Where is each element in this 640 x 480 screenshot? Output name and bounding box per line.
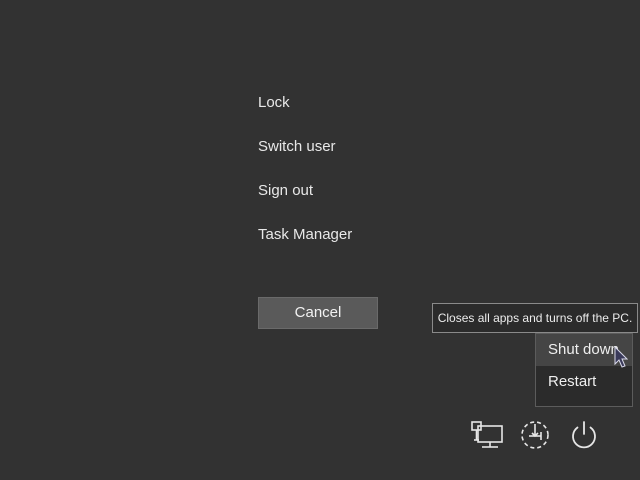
cancel-button[interactable]: Cancel xyxy=(258,297,378,329)
network-icon[interactable] xyxy=(470,418,504,452)
shutdown-tooltip: Closes all apps and turns off the PC. xyxy=(432,303,638,333)
power-options-menu: Shut down Restart xyxy=(535,333,633,407)
power-icon[interactable] xyxy=(567,418,601,452)
mouse-cursor-icon xyxy=(614,345,629,368)
restart-option[interactable]: Restart xyxy=(536,366,632,398)
task-manager-menu-item[interactable]: Task Manager xyxy=(258,225,352,245)
lock-menu-item[interactable]: Lock xyxy=(258,93,290,113)
ease-of-access-icon[interactable] xyxy=(518,418,552,452)
switch-user-menu-item[interactable]: Switch user xyxy=(258,137,336,157)
sign-out-menu-item[interactable]: Sign out xyxy=(258,181,313,201)
